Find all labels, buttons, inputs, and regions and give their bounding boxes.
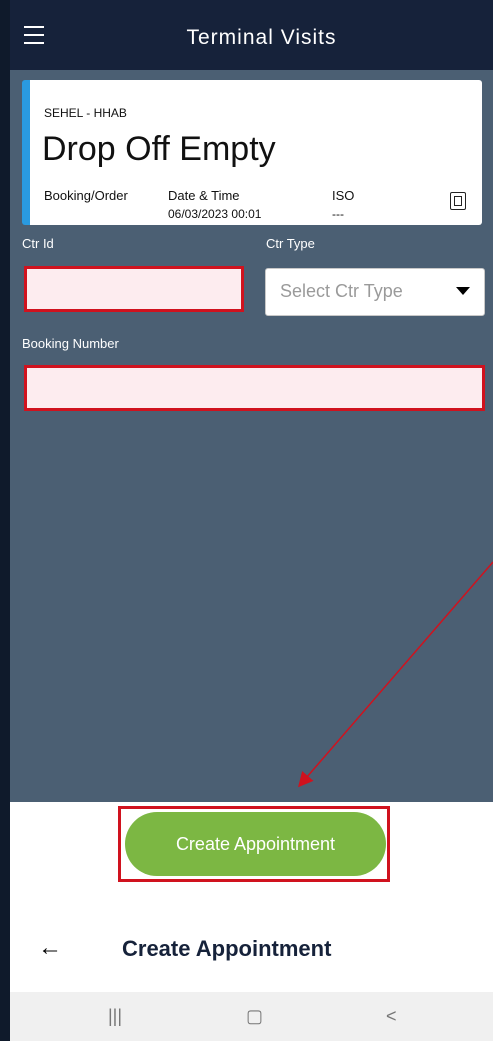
home-icon[interactable]: ▢: [246, 1006, 263, 1027]
bottom-title: Create Appointment: [122, 936, 332, 961]
system-nav-bar: ||| ▢ <: [10, 992, 493, 1041]
recent-apps-icon[interactable]: |||: [108, 1006, 122, 1027]
bottom-bar: ← Create Appointment: [10, 882, 493, 992]
back-arrow-icon[interactable]: ←: [38, 934, 62, 962]
back-icon[interactable]: <: [386, 1006, 397, 1027]
